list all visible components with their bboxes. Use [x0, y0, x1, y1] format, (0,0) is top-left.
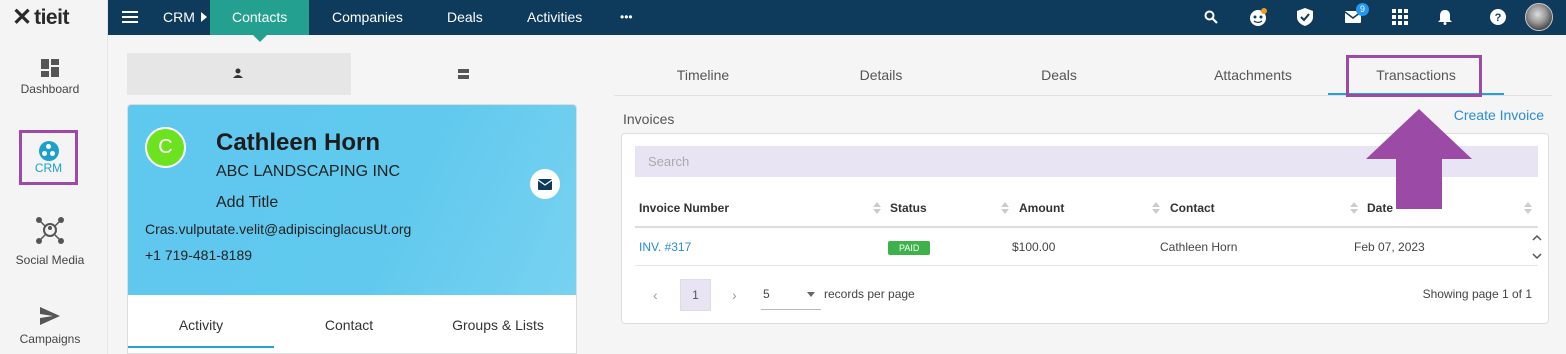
svg-text:?: ?: [1495, 12, 1502, 24]
social-media-icon: [36, 217, 64, 244]
caret-down-icon: [807, 292, 815, 297]
apps-grid-icon[interactable]: [1390, 7, 1410, 27]
contact-title[interactable]: Add Title: [216, 194, 278, 212]
table-row[interactable]: INV. #317 PAID $100.00 Cathleen Horn Feb…: [635, 230, 1542, 266]
column-invoice-number[interactable]: Invoice Number: [639, 194, 729, 228]
invoices-section-label: Invoices: [623, 111, 675, 127]
nav-tab-activities[interactable]: Activities: [527, 0, 582, 35]
view-toggle: [127, 53, 577, 95]
annotation-up-arrow-icon: [1366, 109, 1472, 209]
subtab-groups-lists[interactable]: Groups & Lists: [425, 295, 571, 348]
sort-icon[interactable]: [873, 202, 881, 216]
search-icon[interactable]: [1201, 7, 1221, 27]
left-rail: ✕ tieit Dashboard CRM Social Media Campa…: [0, 0, 108, 354]
list-icon: [458, 69, 469, 79]
tab-deals[interactable]: Deals: [1000, 55, 1118, 95]
nav-tab-contacts[interactable]: Contacts: [210, 0, 310, 42]
list-view-toggle[interactable]: [351, 53, 577, 95]
rail-item-label: Dashboard: [20, 82, 80, 96]
contact-card-header: C Cathleen Horn ABC LANDSCAPING INC Add …: [128, 105, 576, 295]
status-cell: PAID: [888, 230, 931, 264]
nav-tab-companies[interactable]: Companies: [332, 0, 403, 35]
prev-page-button[interactable]: ‹: [653, 279, 658, 311]
tab-details[interactable]: Details: [822, 55, 940, 95]
bell-icon[interactable]: [1435, 7, 1455, 27]
app-logo[interactable]: ✕ tieit: [12, 6, 69, 30]
send-email-button[interactable]: [530, 169, 560, 199]
amount-cell: $100.00: [1012, 240, 1056, 254]
module-label: CRM: [163, 9, 195, 25]
person-view-toggle[interactable]: [127, 53, 351, 95]
mail-badge: 9: [1356, 3, 1369, 16]
person-icon: [233, 68, 243, 78]
envelope-icon: [538, 178, 552, 190]
nav-tab-deals[interactable]: Deals: [447, 0, 483, 35]
crm-icon: [38, 140, 59, 161]
logo-wordmark: tieit: [34, 6, 69, 29]
dashboard-icon: [41, 59, 59, 77]
tab-attachments[interactable]: Attachments: [1158, 55, 1348, 95]
rail-item-dashboard[interactable]: Dashboard: [0, 58, 100, 96]
contact-cell: Cathleen Horn: [1160, 240, 1238, 254]
table-scrollbar[interactable]: [1532, 234, 1542, 262]
rail-item-label: Campaigns: [19, 332, 81, 346]
more-menu-icon[interactable]: •••: [620, 0, 633, 35]
mail-icon[interactable]: 9: [1343, 3, 1369, 27]
sort-icon[interactable]: [1350, 202, 1358, 216]
transactions-highlight-box: [1346, 55, 1482, 97]
column-amount[interactable]: Amount: [1019, 194, 1064, 228]
send-icon: [40, 307, 60, 325]
contact-email[interactable]: Cras.vulputate.velit@adipiscinglacusUt.o…: [145, 221, 411, 237]
contact-avatar: C: [145, 127, 186, 168]
rail-item-label: CRM: [34, 160, 63, 175]
top-navigation-bar: CRM Contacts Companies Deals Activities …: [108, 0, 1566, 42]
hamburger-menu-icon[interactable]: [122, 11, 138, 23]
next-page-button[interactable]: ›: [732, 279, 737, 311]
invoice-number-link[interactable]: INV. #317: [639, 230, 691, 264]
page-size-value: 5: [763, 287, 770, 301]
subtab-contact[interactable]: Contact: [276, 295, 422, 348]
page-number-button[interactable]: 1: [680, 279, 711, 311]
column-contact[interactable]: Contact: [1170, 194, 1215, 228]
date-cell: Feb 07, 2023: [1354, 240, 1425, 254]
subtab-activity[interactable]: Activity: [128, 295, 274, 348]
column-status[interactable]: Status: [890, 194, 927, 228]
chevron-up-icon: [1532, 234, 1542, 241]
rail-item-crm[interactable]: CRM: [19, 130, 78, 185]
crm-module-menu[interactable]: CRM: [163, 0, 207, 35]
shield-check-icon[interactable]: [1295, 7, 1315, 27]
logo-x-icon: ✕: [12, 4, 33, 31]
rail-item-social-media[interactable]: Social Media: [0, 215, 100, 267]
contact-subtabs: Activity Contact Groups & Lists: [128, 295, 576, 348]
pagination: ‹ 1 › 5 records per page Showing page 1 …: [635, 279, 1538, 311]
rail-item-campaigns[interactable]: Campaigns: [0, 306, 100, 346]
assistant-bot-icon[interactable]: [1248, 7, 1268, 27]
page-size-label: records per page: [824, 287, 915, 301]
rail-item-label: Social Media: [15, 253, 85, 267]
help-icon[interactable]: ?: [1488, 7, 1508, 27]
page-size-select[interactable]: 5: [761, 279, 821, 310]
user-avatar[interactable]: [1525, 3, 1553, 31]
contact-company[interactable]: ABC LANDSCAPING INC: [216, 163, 400, 181]
page-status-text: Showing page 1 of 1: [1422, 287, 1532, 301]
sort-icon[interactable]: [1524, 202, 1532, 216]
contact-card: C Cathleen Horn ABC LANDSCAPING INC Add …: [127, 104, 577, 354]
tab-timeline[interactable]: Timeline: [644, 55, 762, 95]
sort-icon[interactable]: [1001, 202, 1009, 216]
contact-phone[interactable]: +1 719-481-8189: [145, 247, 252, 263]
status-badge: PAID: [888, 240, 931, 255]
caret-right-icon: [200, 12, 207, 22]
contact-name: Cathleen Horn: [216, 129, 381, 156]
sort-icon[interactable]: [1152, 202, 1160, 216]
chevron-down-icon: [1532, 253, 1542, 260]
